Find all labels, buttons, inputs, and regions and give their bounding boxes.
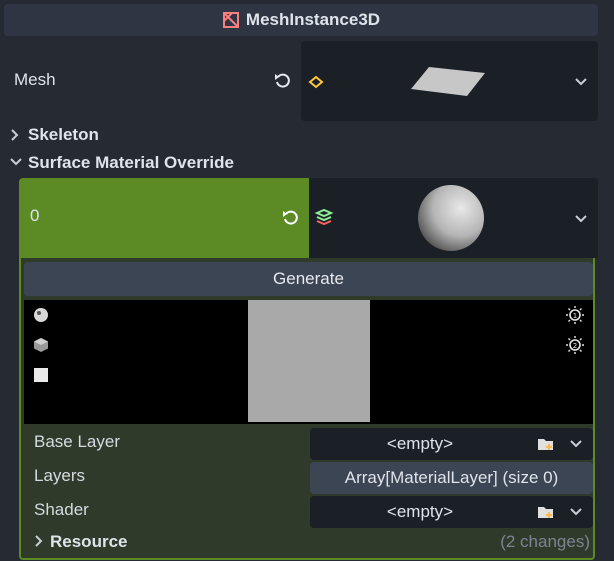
chevron-down-icon <box>10 157 22 169</box>
section-label: Skeleton <box>28 125 99 144</box>
quad-shape-icon[interactable] <box>32 366 50 384</box>
layers-array-button[interactable]: Array[MaterialLayer] (size 0) <box>310 462 593 494</box>
sphere-shape-icon[interactable] <box>32 306 50 324</box>
base-layer-picker[interactable]: <empty> <box>310 428 593 460</box>
section-skeleton[interactable]: Skeleton <box>10 125 99 145</box>
mesh-icon <box>307 74 325 94</box>
shader-picker[interactable]: <empty> <box>310 496 593 528</box>
load-folder-icon[interactable] <box>537 435 555 458</box>
section-label: Resource <box>50 532 128 551</box>
layers-label: Layers <box>34 466 86 485</box>
cube-shape-icon[interactable] <box>32 336 50 354</box>
chevron-down-icon[interactable] <box>574 212 588 226</box>
revert-icon[interactable] <box>272 70 292 90</box>
shader-label: Shader <box>34 500 89 519</box>
generate-button[interactable]: Generate <box>24 262 593 296</box>
section-resource[interactable]: Resource (2 changes) <box>34 532 590 552</box>
section-surface-material-override[interactable]: Surface Material Override <box>10 153 234 173</box>
svg-text:2: 2 <box>573 342 577 350</box>
svg-text:1: 1 <box>573 312 577 320</box>
mesh-instance-node-icon <box>222 11 240 29</box>
base-layer-value: <empty> <box>386 434 454 453</box>
surface-slot-row <box>19 178 310 258</box>
layers-value: Array[MaterialLayer] (size 0) <box>344 468 559 487</box>
chevron-down-icon[interactable] <box>574 75 588 89</box>
revert-icon[interactable] <box>280 207 300 227</box>
material-preview: 1 2 <box>24 300 593 424</box>
section-label: Surface Material Override <box>28 153 234 172</box>
material-layers-icon <box>314 208 334 231</box>
plane-mesh-preview <box>409 63 489 104</box>
chevron-right-icon <box>10 129 22 141</box>
light2-toggle-icon[interactable]: 2 <box>566 336 584 354</box>
surface-slot-label: 0 <box>30 206 40 225</box>
chevron-down-icon[interactable] <box>569 505 583 519</box>
changes-count: (2 changes) <box>500 532 590 551</box>
chevron-down-icon[interactable] <box>569 437 583 451</box>
light1-toggle-icon[interactable]: 1 <box>566 306 584 324</box>
material-preview-quad <box>248 300 370 422</box>
load-folder-icon[interactable] <box>537 503 555 526</box>
chevron-right-icon <box>34 532 44 552</box>
shader-value: <empty> <box>386 502 454 521</box>
inspector-header: MeshInstance3D <box>4 4 598 36</box>
node-type-title: MeshInstance3D <box>245 10 381 29</box>
material-resource-picker[interactable] <box>309 178 598 258</box>
mesh-label: Mesh <box>14 70 56 89</box>
sphere-preview <box>416 183 486 258</box>
base-layer-label: Base Layer <box>34 432 120 451</box>
mesh-resource-picker[interactable] <box>301 41 598 121</box>
